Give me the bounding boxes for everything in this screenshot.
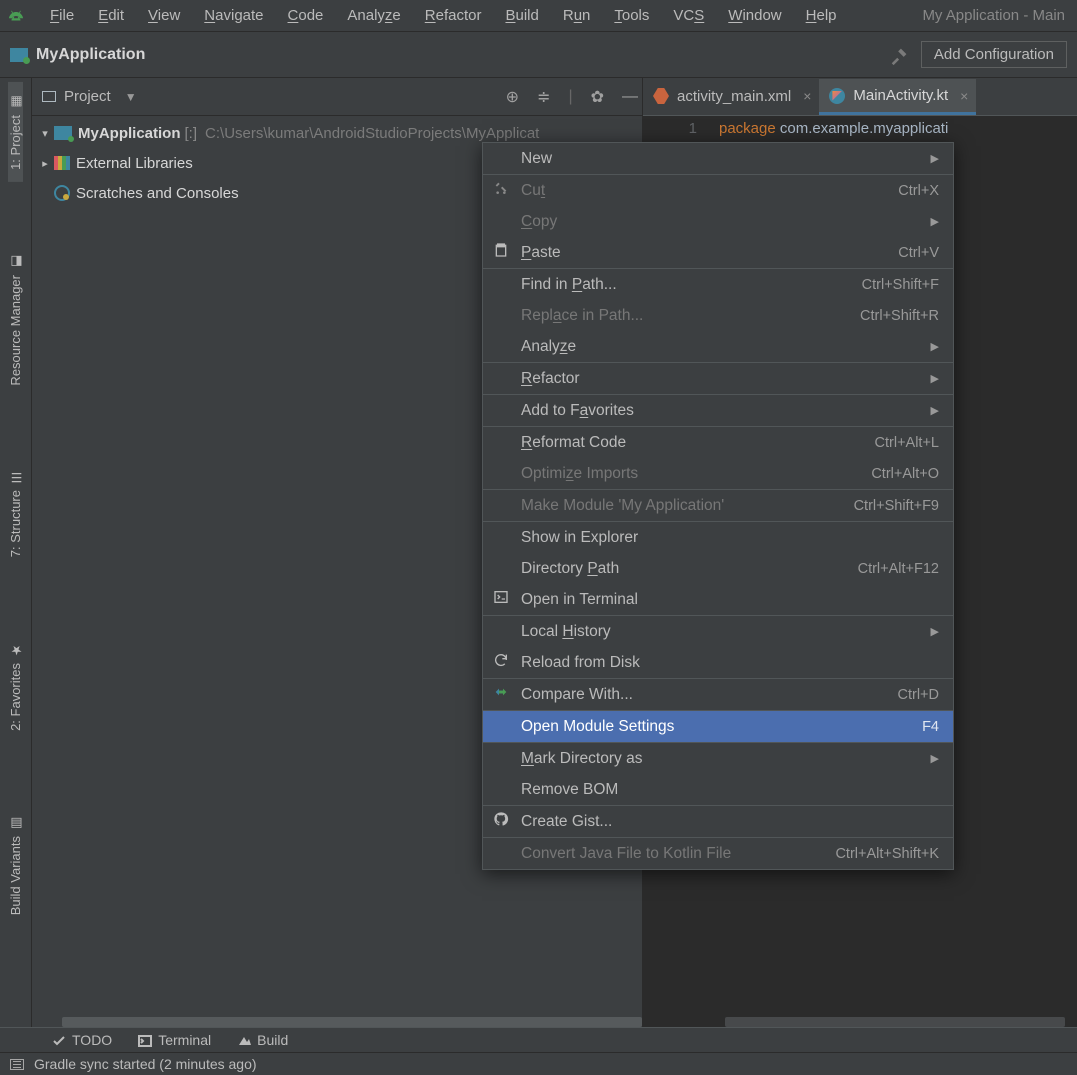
menu-item[interactable]: Build	[495, 5, 548, 26]
editor-tabs: activity_main.xml×MainActivity.kt×	[643, 78, 1077, 116]
tool-window-button[interactable]: 1: Project ▦	[8, 82, 23, 182]
context-menu-item[interactable]: Analyze▶	[483, 331, 953, 362]
context-menu-item[interactable]: Mark Directory as▶	[483, 743, 953, 774]
context-menu-item[interactable]: Create Gist...	[483, 806, 953, 837]
menu-item[interactable]: Run	[553, 5, 601, 26]
tool-window-button[interactable]: 7: Structure ☰	[8, 457, 23, 569]
build-icon	[237, 1034, 251, 1046]
select-opened-file-icon[interactable]: ⊕	[506, 87, 519, 107]
menu-item[interactable]: File	[40, 5, 84, 26]
context-menu-item[interactable]: Open in Terminal	[483, 584, 953, 615]
terminal-icon	[493, 589, 511, 610]
module-folder-icon	[54, 126, 72, 140]
menu-item[interactable]: Tools	[604, 5, 659, 26]
hide-panel-icon[interactable]: —	[622, 88, 638, 106]
menu-item[interactable]: Analyze	[337, 5, 410, 26]
project-view-label[interactable]: Project	[64, 88, 111, 105]
context-menu-item[interactable]: Refactor▶	[483, 363, 953, 394]
tool-window-button[interactable]: 2: Favorites ★	[8, 630, 23, 743]
status-bar: Gradle sync started (2 minutes ago)	[0, 1052, 1077, 1075]
reload-icon	[493, 652, 511, 673]
settings-gear-icon[interactable]: ✿	[591, 87, 604, 107]
file-type-icon	[829, 88, 845, 104]
editor-tab[interactable]: MainActivity.kt×	[819, 79, 976, 115]
context-menu-item[interactable]: PasteCtrl+V	[483, 237, 953, 268]
bottom-tool-button[interactable]: Build	[237, 1032, 288, 1048]
context-menu: New▶CutCtrl+XCopy▶PasteCtrl+VFind in Pat…	[482, 142, 954, 870]
android-logo-icon	[6, 6, 26, 26]
context-menu-item[interactable]: Show in Explorer	[483, 522, 953, 553]
breadcrumb-root[interactable]: MyApplication	[36, 46, 145, 64]
nav-toolbar: MyApplication Add Configuration	[0, 32, 1077, 78]
dropdown-arrow-icon[interactable]: ▼	[125, 90, 137, 104]
menu-item[interactable]: VCS	[663, 5, 714, 26]
context-menu-item[interactable]: Directory PathCtrl+Alt+F12	[483, 553, 953, 584]
menu-item[interactable]: Code	[278, 5, 334, 26]
bottom-tool-button[interactable]: Terminal	[138, 1032, 211, 1048]
close-tab-icon[interactable]: ×	[803, 88, 811, 104]
context-menu-item: Make Module 'My Application'Ctrl+Shift+F…	[483, 490, 953, 521]
expand-all-icon[interactable]: ≑	[537, 87, 550, 107]
context-menu-item[interactable]: Remove BOM	[483, 774, 953, 805]
menu-item[interactable]: Help	[796, 5, 847, 26]
context-menu-item[interactable]: Local History▶	[483, 616, 953, 647]
context-menu-item[interactable]: Find in Path...Ctrl+Shift+F	[483, 269, 953, 300]
menu-item[interactable]: View	[138, 5, 190, 26]
expand-arrow-icon[interactable]	[38, 127, 52, 140]
file-type-icon	[653, 88, 669, 104]
compare-icon	[493, 684, 511, 705]
window-title: My Application - Main	[922, 7, 1071, 24]
menu-item[interactable]: Navigate	[194, 5, 273, 26]
context-menu-item[interactable]: Open Module SettingsF4	[483, 711, 953, 742]
expand-arrow-icon[interactable]	[38, 157, 52, 170]
run-configuration-select[interactable]: Add Configuration	[921, 41, 1067, 68]
context-menu-item: Replace in Path...Ctrl+Shift+R	[483, 300, 953, 331]
menu-item[interactable]: Window	[718, 5, 791, 26]
tool-window-button[interactable]: Build Variants ▤	[8, 803, 23, 927]
scratches-icon	[54, 185, 70, 201]
paste-icon	[493, 242, 511, 263]
terminal-icon	[138, 1034, 152, 1046]
context-menu-item[interactable]: New▶	[483, 143, 953, 174]
project-tool-header: Project ▼ ⊕ ≑ | ✿ —	[32, 78, 642, 116]
left-tool-stripe: 1: Project ▦ Resource Manager ◧ 7: Structu…	[0, 78, 32, 1029]
context-menu-item: Optimize ImportsCtrl+Alt+O	[483, 458, 953, 489]
bottom-tool-stripe: TODO Terminal Build	[0, 1027, 1077, 1052]
context-menu-item[interactable]: Add to Favorites▶	[483, 395, 953, 426]
context-menu-item[interactable]: Reformat CodeCtrl+Alt+L	[483, 427, 953, 458]
tool-window-button[interactable]: Resource Manager ◧	[8, 242, 23, 398]
context-menu-item: Copy▶	[483, 206, 953, 237]
status-message: Gradle sync started (2 minutes ago)	[34, 1056, 257, 1072]
menu-bar: FileEditViewNavigateCodeAnalyzeRefactorB…	[0, 0, 1077, 32]
context-menu-item: Convert Java File to Kotlin FileCtrl+Alt…	[483, 838, 953, 869]
github-icon	[493, 811, 511, 832]
build-hammer-icon[interactable]	[889, 44, 911, 66]
bottom-tool-button[interactable]: TODO	[52, 1032, 112, 1048]
context-menu-item: CutCtrl+X	[483, 175, 953, 206]
status-panel-icon[interactable]	[10, 1059, 24, 1070]
cut-icon	[493, 180, 511, 201]
external-libraries-icon	[54, 156, 70, 170]
project-view-icon	[42, 91, 56, 102]
menu-item[interactable]: Refactor	[415, 5, 492, 26]
menu-item[interactable]: Edit	[88, 5, 134, 26]
todo-icon	[52, 1034, 66, 1046]
editor-tab[interactable]: activity_main.xml×	[643, 79, 819, 115]
context-menu-item[interactable]: Reload from Disk	[483, 647, 953, 678]
project-folder-icon	[10, 48, 28, 62]
context-menu-item[interactable]: Compare With...Ctrl+D	[483, 679, 953, 710]
close-tab-icon[interactable]: ×	[960, 88, 968, 104]
